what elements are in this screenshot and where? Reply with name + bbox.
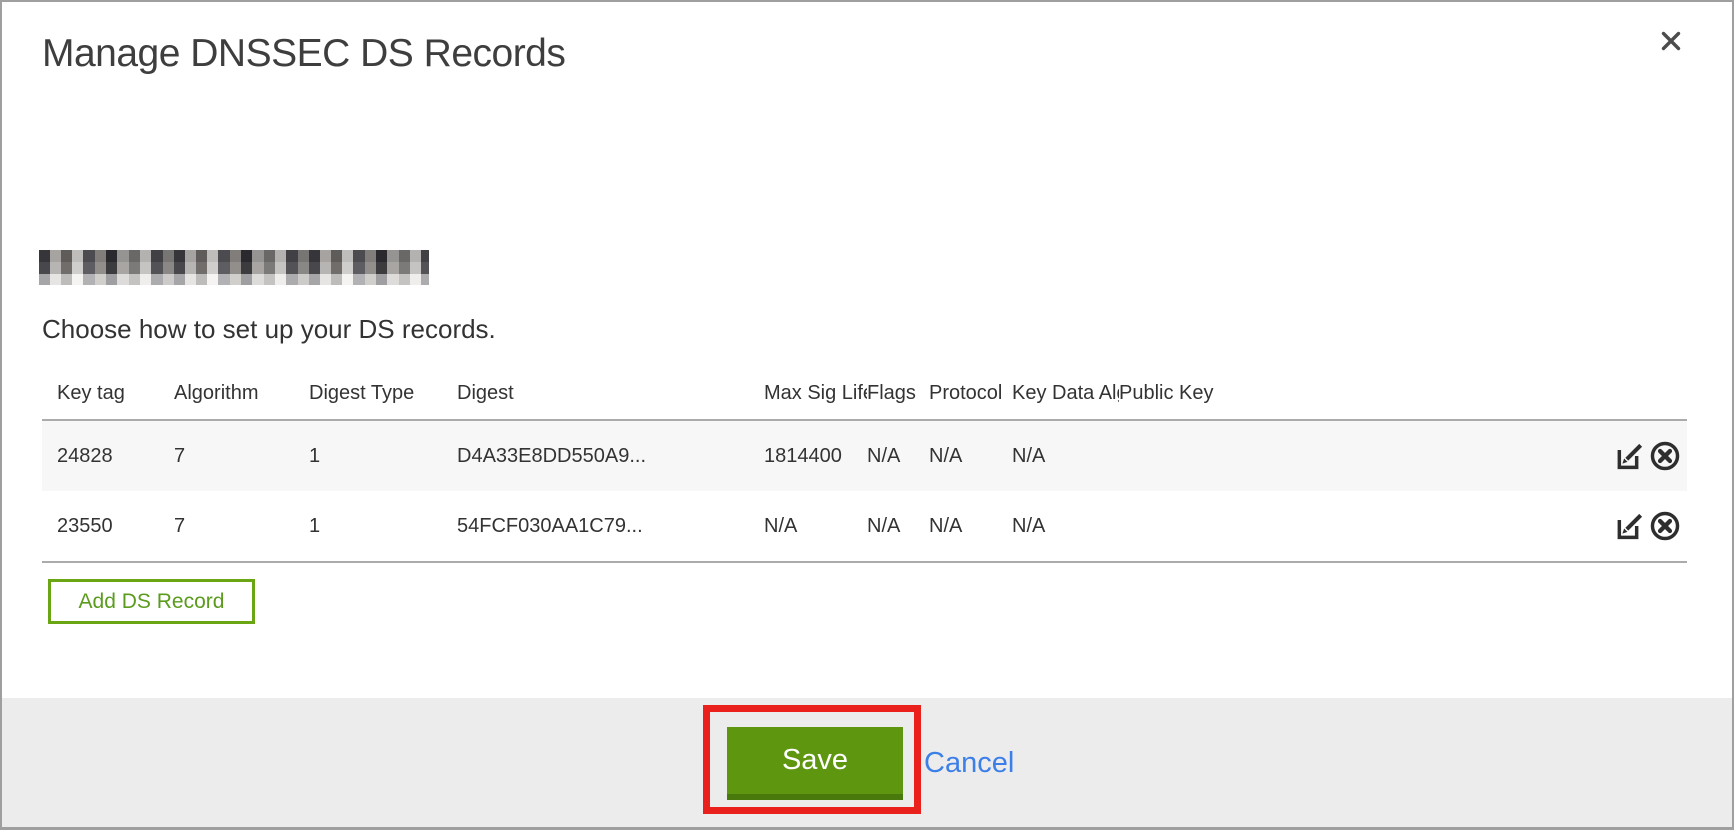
cell-key-tag: 23550	[57, 515, 174, 538]
ds-records-table: Key tag Algorithm Digest Type Digest Max…	[42, 367, 1687, 563]
edit-icon	[1614, 440, 1646, 472]
col-header-digest: Digest	[457, 382, 764, 405]
remove-icon	[1649, 440, 1681, 472]
cell-algorithm: 7	[174, 445, 309, 468]
cell-algorithm: 7	[174, 515, 309, 538]
col-header-key-data-alg: Key Data Alg	[1012, 382, 1119, 405]
cell-digest: D4A33E8DD550A9...	[457, 445, 764, 468]
save-button[interactable]: Save	[727, 727, 903, 800]
cell-key-data-alg: N/A	[1012, 515, 1119, 538]
cell-flags: N/A	[867, 445, 929, 468]
domain-name-redacted	[39, 250, 429, 285]
col-header-algorithm: Algorithm	[174, 382, 309, 405]
close-button[interactable]	[1658, 29, 1684, 55]
page-title: Manage DNSSEC DS Records	[42, 32, 565, 76]
cell-protocol: N/A	[929, 445, 1012, 468]
table-body: 24828 7 1 D4A33E8DD550A9... 1814400 N/A …	[42, 419, 1687, 563]
col-header-public-key: Public Key	[1119, 382, 1603, 405]
delete-record-button[interactable]	[1649, 510, 1681, 542]
table-header-row: Key tag Algorithm Digest Type Digest Max…	[42, 367, 1687, 419]
cell-key-data-alg: N/A	[1012, 445, 1119, 468]
edit-record-button[interactable]	[1614, 440, 1646, 472]
cancel-link[interactable]: Cancel	[924, 747, 1014, 780]
cell-max-sig-life: 1814400	[764, 445, 867, 468]
edit-record-button[interactable]	[1614, 510, 1646, 542]
table-row: 24828 7 1 D4A33E8DD550A9... 1814400 N/A …	[42, 421, 1687, 491]
cell-flags: N/A	[867, 515, 929, 538]
cell-digest-type: 1	[309, 445, 457, 468]
cell-protocol: N/A	[929, 515, 1012, 538]
remove-icon	[1649, 510, 1681, 542]
col-header-protocol: Protocol	[929, 382, 1012, 405]
cell-key-tag: 24828	[57, 445, 174, 468]
col-header-digest-type: Digest Type	[309, 382, 457, 405]
instruction-text: Choose how to set up your DS records.	[42, 314, 496, 345]
delete-record-button[interactable]	[1649, 440, 1681, 472]
col-header-max-sig-life: Max Sig Life	[764, 382, 867, 405]
cell-max-sig-life: N/A	[764, 515, 867, 538]
col-header-key-tag: Key tag	[57, 382, 174, 405]
cell-digest-type: 1	[309, 515, 457, 538]
close-icon	[1659, 29, 1683, 56]
dnssec-dialog: Manage DNSSEC DS Records Choose how to s…	[0, 0, 1734, 830]
add-ds-record-button[interactable]: Add DS Record	[48, 579, 255, 624]
edit-icon	[1614, 510, 1646, 542]
row-actions	[1603, 440, 1687, 472]
table-row: 23550 7 1 54FCF030AA1C79... N/A N/A N/A …	[42, 491, 1687, 561]
cell-digest: 54FCF030AA1C79...	[457, 515, 764, 538]
col-header-flags: Flags	[867, 382, 929, 405]
row-actions	[1603, 510, 1687, 542]
